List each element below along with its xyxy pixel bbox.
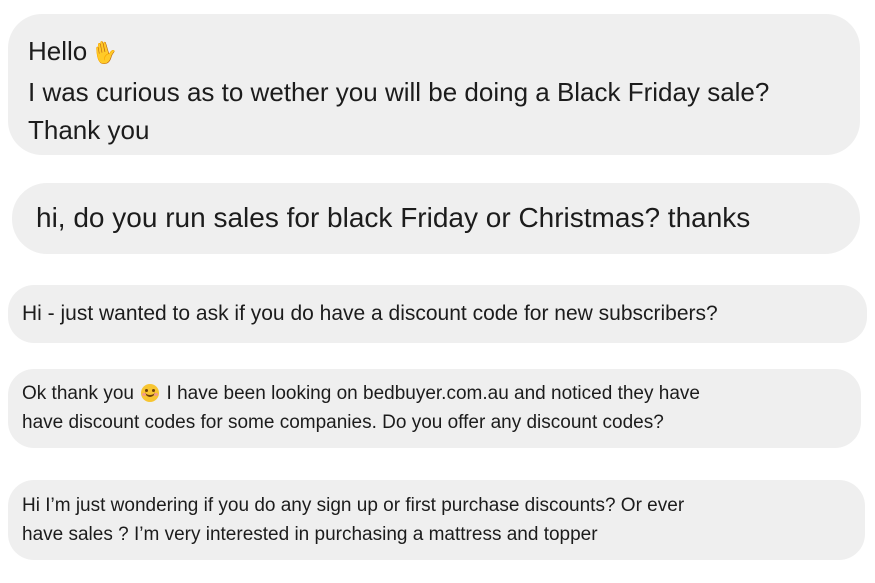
message-bubble-5: Hi I’m just wondering if you do any sign… xyxy=(8,480,865,560)
message-line: Hi I’m just wondering if you do any sign… xyxy=(22,495,685,516)
smiling-face-icon xyxy=(141,384,160,402)
message-bubble-1: Hello✋ I was curious as to wether you wi… xyxy=(8,14,860,155)
waving-hand-icon: ✋ xyxy=(88,38,121,69)
message-line: hi, do you run sales for black Friday or… xyxy=(36,202,751,233)
message-bubble-2: hi, do you run sales for black Friday or… xyxy=(12,183,860,254)
message-line: I was curious as to wether you will be d… xyxy=(28,77,770,107)
message-line: Thank you xyxy=(28,115,150,145)
message-line: Hello✋ xyxy=(28,32,860,73)
message-line: Ok thank you I have been looking on bedb… xyxy=(22,379,861,408)
message-line: have discount codes for some companies. … xyxy=(22,412,664,433)
message-bubble-3: Hi - just wanted to ask if you do have a… xyxy=(8,285,867,343)
message-text: I have been looking on bedbuyer.com.au a… xyxy=(166,383,700,404)
message-line: Hi - just wanted to ask if you do have a… xyxy=(22,302,718,325)
message-text: Ok thank you xyxy=(22,383,134,404)
message-text: Hello xyxy=(28,36,88,66)
message-line: have sales ? I’m very interested in purc… xyxy=(22,524,598,545)
message-bubble-4: Ok thank you I have been looking on bedb… xyxy=(8,369,861,448)
